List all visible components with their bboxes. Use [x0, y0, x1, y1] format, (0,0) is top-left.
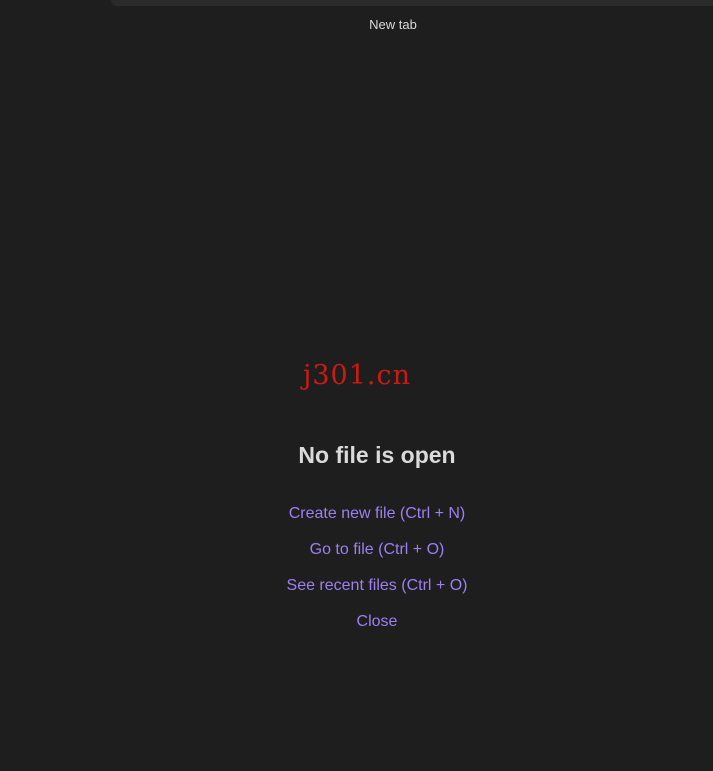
watermark: j301.cn — [303, 360, 411, 391]
tab-bar-strip — [111, 0, 713, 6]
go-to-file-link[interactable]: Go to file (Ctrl + O) — [310, 540, 445, 560]
empty-state: No file is open Create new file (Ctrl + … — [0, 438, 713, 648]
see-recent-files-link[interactable]: See recent files (Ctrl + O) — [287, 576, 468, 596]
empty-state-title: No file is open — [298, 442, 456, 468]
close-link[interactable]: Close — [357, 612, 398, 632]
app-window: New tab j301.cn No file is open Create n… — [0, 0, 713, 771]
create-new-file-link[interactable]: Create new file (Ctrl + N) — [289, 504, 466, 524]
tab-title: New tab — [369, 17, 417, 32]
